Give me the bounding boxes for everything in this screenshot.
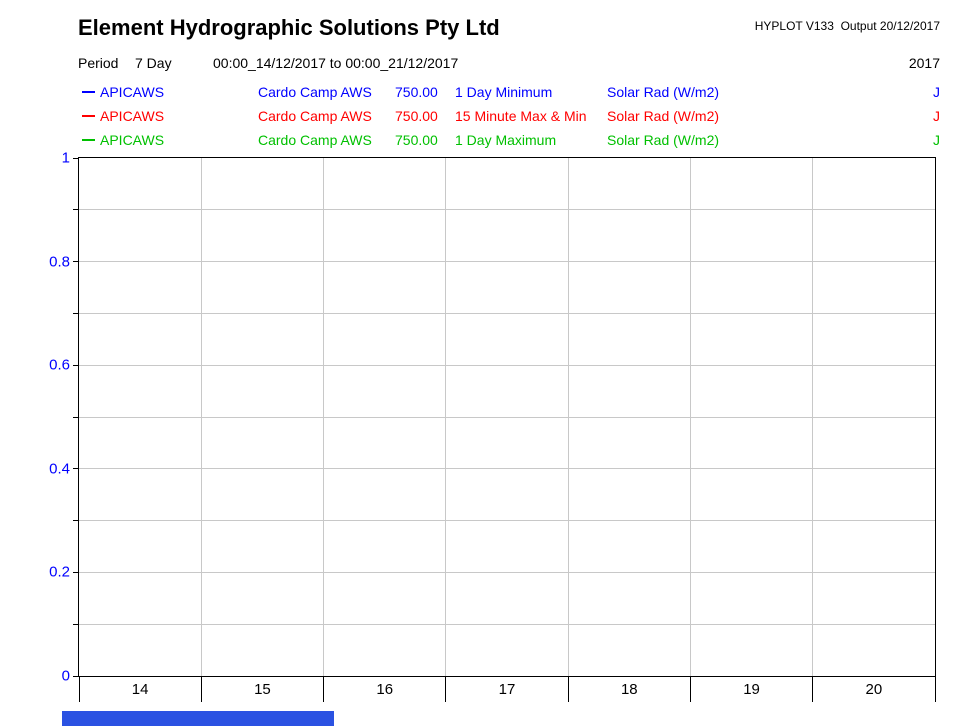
legend-sensor-number: 750.00 [395,84,438,100]
plot-area: 00.20.40.60.8114151617181920 [78,157,936,677]
legend-station: APICAWS [100,108,164,124]
y-axis-tick [73,209,79,210]
gridline-vertical [445,158,446,676]
y-axis-tick [73,365,79,366]
x-axis-tick-label: 19 [743,681,760,698]
y-axis-tick-label: 0 [62,668,70,685]
gridline-vertical [690,158,691,676]
legend-row-maximum: APICAWS Cardo Camp AWS 750.00 1 Day Maxi… [0,132,968,149]
hyplot-version-info: HYPLOT V133 Output 20/12/2017 [755,19,940,33]
legend-line-sample-icon [82,115,95,117]
legend-row-minimum: APICAWS Cardo Camp AWS 750.00 1 Day Mini… [0,84,968,101]
x-axis-tick [323,676,324,702]
legend-sensor-number: 750.00 [395,132,438,148]
y-axis-tick [73,572,79,573]
gridline-horizontal [79,468,935,469]
gridline-vertical [323,158,324,676]
y-axis-tick [73,158,79,159]
y-axis-tick-label: 0.8 [49,253,70,270]
period-year: 2017 [909,55,940,71]
hyplot-output-window: { "header": { "title": "Element Hydrogra… [0,0,968,726]
legend-trace-type: 1 Day Minimum [455,84,552,100]
legend-row-max-min: APICAWS Cardo Camp AWS 750.00 15 Minute … [0,108,968,125]
x-axis-tick [445,676,446,702]
legend-trace-type: 15 Minute Max & Min [455,108,587,124]
x-axis-tick [812,676,813,702]
legend-station: APICAWS [100,132,164,148]
gridline-horizontal [79,209,935,210]
legend-site: Cardo Camp AWS [258,84,372,100]
gridline-horizontal [79,313,935,314]
y-axis-tick [73,624,79,625]
x-axis-tick-label: 16 [376,681,393,698]
legend-variable: Solar Rad (W/m2) [607,108,719,124]
gridline-horizontal [79,520,935,521]
x-axis-tick [690,676,691,702]
x-axis-tick [201,676,202,702]
gridline-horizontal [79,417,935,418]
x-axis-tick [935,676,936,702]
period-label: Period [78,55,118,71]
gridline-horizontal [79,365,935,366]
x-axis-tick-label: 18 [621,681,638,698]
legend-line-sample-icon [82,91,95,93]
y-axis-tick [73,417,79,418]
gridline-vertical [201,158,202,676]
x-axis-tick-label: 20 [866,681,883,698]
gridline-vertical [812,158,813,676]
legend-site: Cardo Camp AWS [258,108,372,124]
y-axis-tick [73,313,79,314]
legend-unit: J [933,132,940,148]
x-axis-tick-label: 15 [254,681,271,698]
gridline-horizontal [79,261,935,262]
legend-station: APICAWS [100,84,164,100]
gridline-horizontal [79,624,935,625]
y-axis-tick [73,468,79,469]
legend-unit: J [933,84,940,100]
legend-line-sample-icon [82,139,95,141]
period-range: 00:00_14/12/2017 to 00:00_21/12/2017 [213,55,458,71]
x-axis-tick [568,676,569,702]
gridline-horizontal [79,572,935,573]
legend-variable: Solar Rad (W/m2) [607,84,719,100]
y-axis-tick-label: 0.2 [49,564,70,581]
x-axis-tick-label: 17 [499,681,516,698]
y-axis-tick-label: 1 [62,150,70,167]
legend-variable: Solar Rad (W/m2) [607,132,719,148]
y-axis-tick-label: 0.6 [49,357,70,374]
period-duration: 7 Day [135,55,172,71]
legend-trace-type: 1 Day Maximum [455,132,556,148]
y-axis-tick [73,261,79,262]
legend-sensor-number: 750.00 [395,108,438,124]
x-axis-tick [79,676,80,702]
gridline-vertical [568,158,569,676]
y-axis-tick-label: 0.4 [49,460,70,477]
legend-unit: J [933,108,940,124]
page-title: Element Hydrographic Solutions Pty Ltd [78,15,500,41]
y-axis-tick [73,520,79,521]
data-availability-bar [62,711,334,726]
period-row: Period 7 Day 00:00_14/12/2017 to 00:00_2… [0,55,968,73]
x-axis-tick-label: 14 [132,681,149,698]
legend-site: Cardo Camp AWS [258,132,372,148]
